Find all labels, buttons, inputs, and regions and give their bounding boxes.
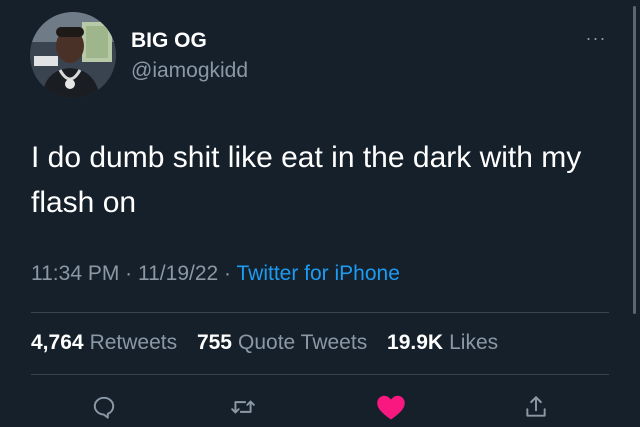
retweets-stat[interactable]: 4,764 Retweets xyxy=(31,331,177,354)
comment-bubble-icon xyxy=(93,396,115,419)
action-bar xyxy=(0,388,640,427)
tweet-date[interactable]: 11/19/22 xyxy=(138,262,218,285)
avatar[interactable] xyxy=(30,12,116,98)
tweet-source-link[interactable]: Twitter for iPhone xyxy=(236,262,399,285)
share-upload-icon xyxy=(526,396,546,417)
retweet-arrows-icon xyxy=(231,400,255,414)
tweet-metadata: 11:34 PM · 11/19/22 · Twitter for iPhone xyxy=(31,262,400,286)
share-button[interactable] xyxy=(520,392,552,422)
divider xyxy=(31,374,609,375)
quote-tweets-stat[interactable]: 755 Quote Tweets xyxy=(197,331,367,354)
reply-button[interactable] xyxy=(88,392,120,422)
heart-filled-icon xyxy=(377,395,405,420)
author-handle[interactable]: @iamogkidd xyxy=(131,59,248,83)
quote-tweets-label: Quote Tweets xyxy=(238,331,368,354)
likes-label: Likes xyxy=(449,331,499,354)
engagement-stats: 4,764 Retweets 755 Quote Tweets 19.9K Likes xyxy=(31,331,512,355)
tweet-card: BIG OG @iamogkidd ··· I do dumb shit lik… xyxy=(0,0,640,427)
quote-tweets-count: 755 xyxy=(196,331,232,354)
tweet-text: I do dumb shit like eat in the dark with… xyxy=(31,141,582,219)
meta-separator: · xyxy=(125,262,138,285)
retweets-count: 4,764 xyxy=(31,331,84,354)
likes-stat[interactable]: 19.9K Likes xyxy=(387,331,498,354)
retweets-label: Retweets xyxy=(89,331,178,354)
meta-separator: · xyxy=(224,262,237,285)
more-options-icon[interactable]: ··· xyxy=(582,29,610,47)
retweet-button[interactable] xyxy=(227,392,259,422)
likes-count: 19.9K xyxy=(387,331,444,354)
like-button[interactable] xyxy=(375,392,407,422)
avatar-photo xyxy=(30,12,116,98)
scrollbar[interactable] xyxy=(633,6,636,314)
divider xyxy=(31,312,609,313)
tweet-time[interactable]: 11:34 PM xyxy=(31,262,119,285)
author-display-name[interactable]: BIG OG xyxy=(131,29,207,53)
